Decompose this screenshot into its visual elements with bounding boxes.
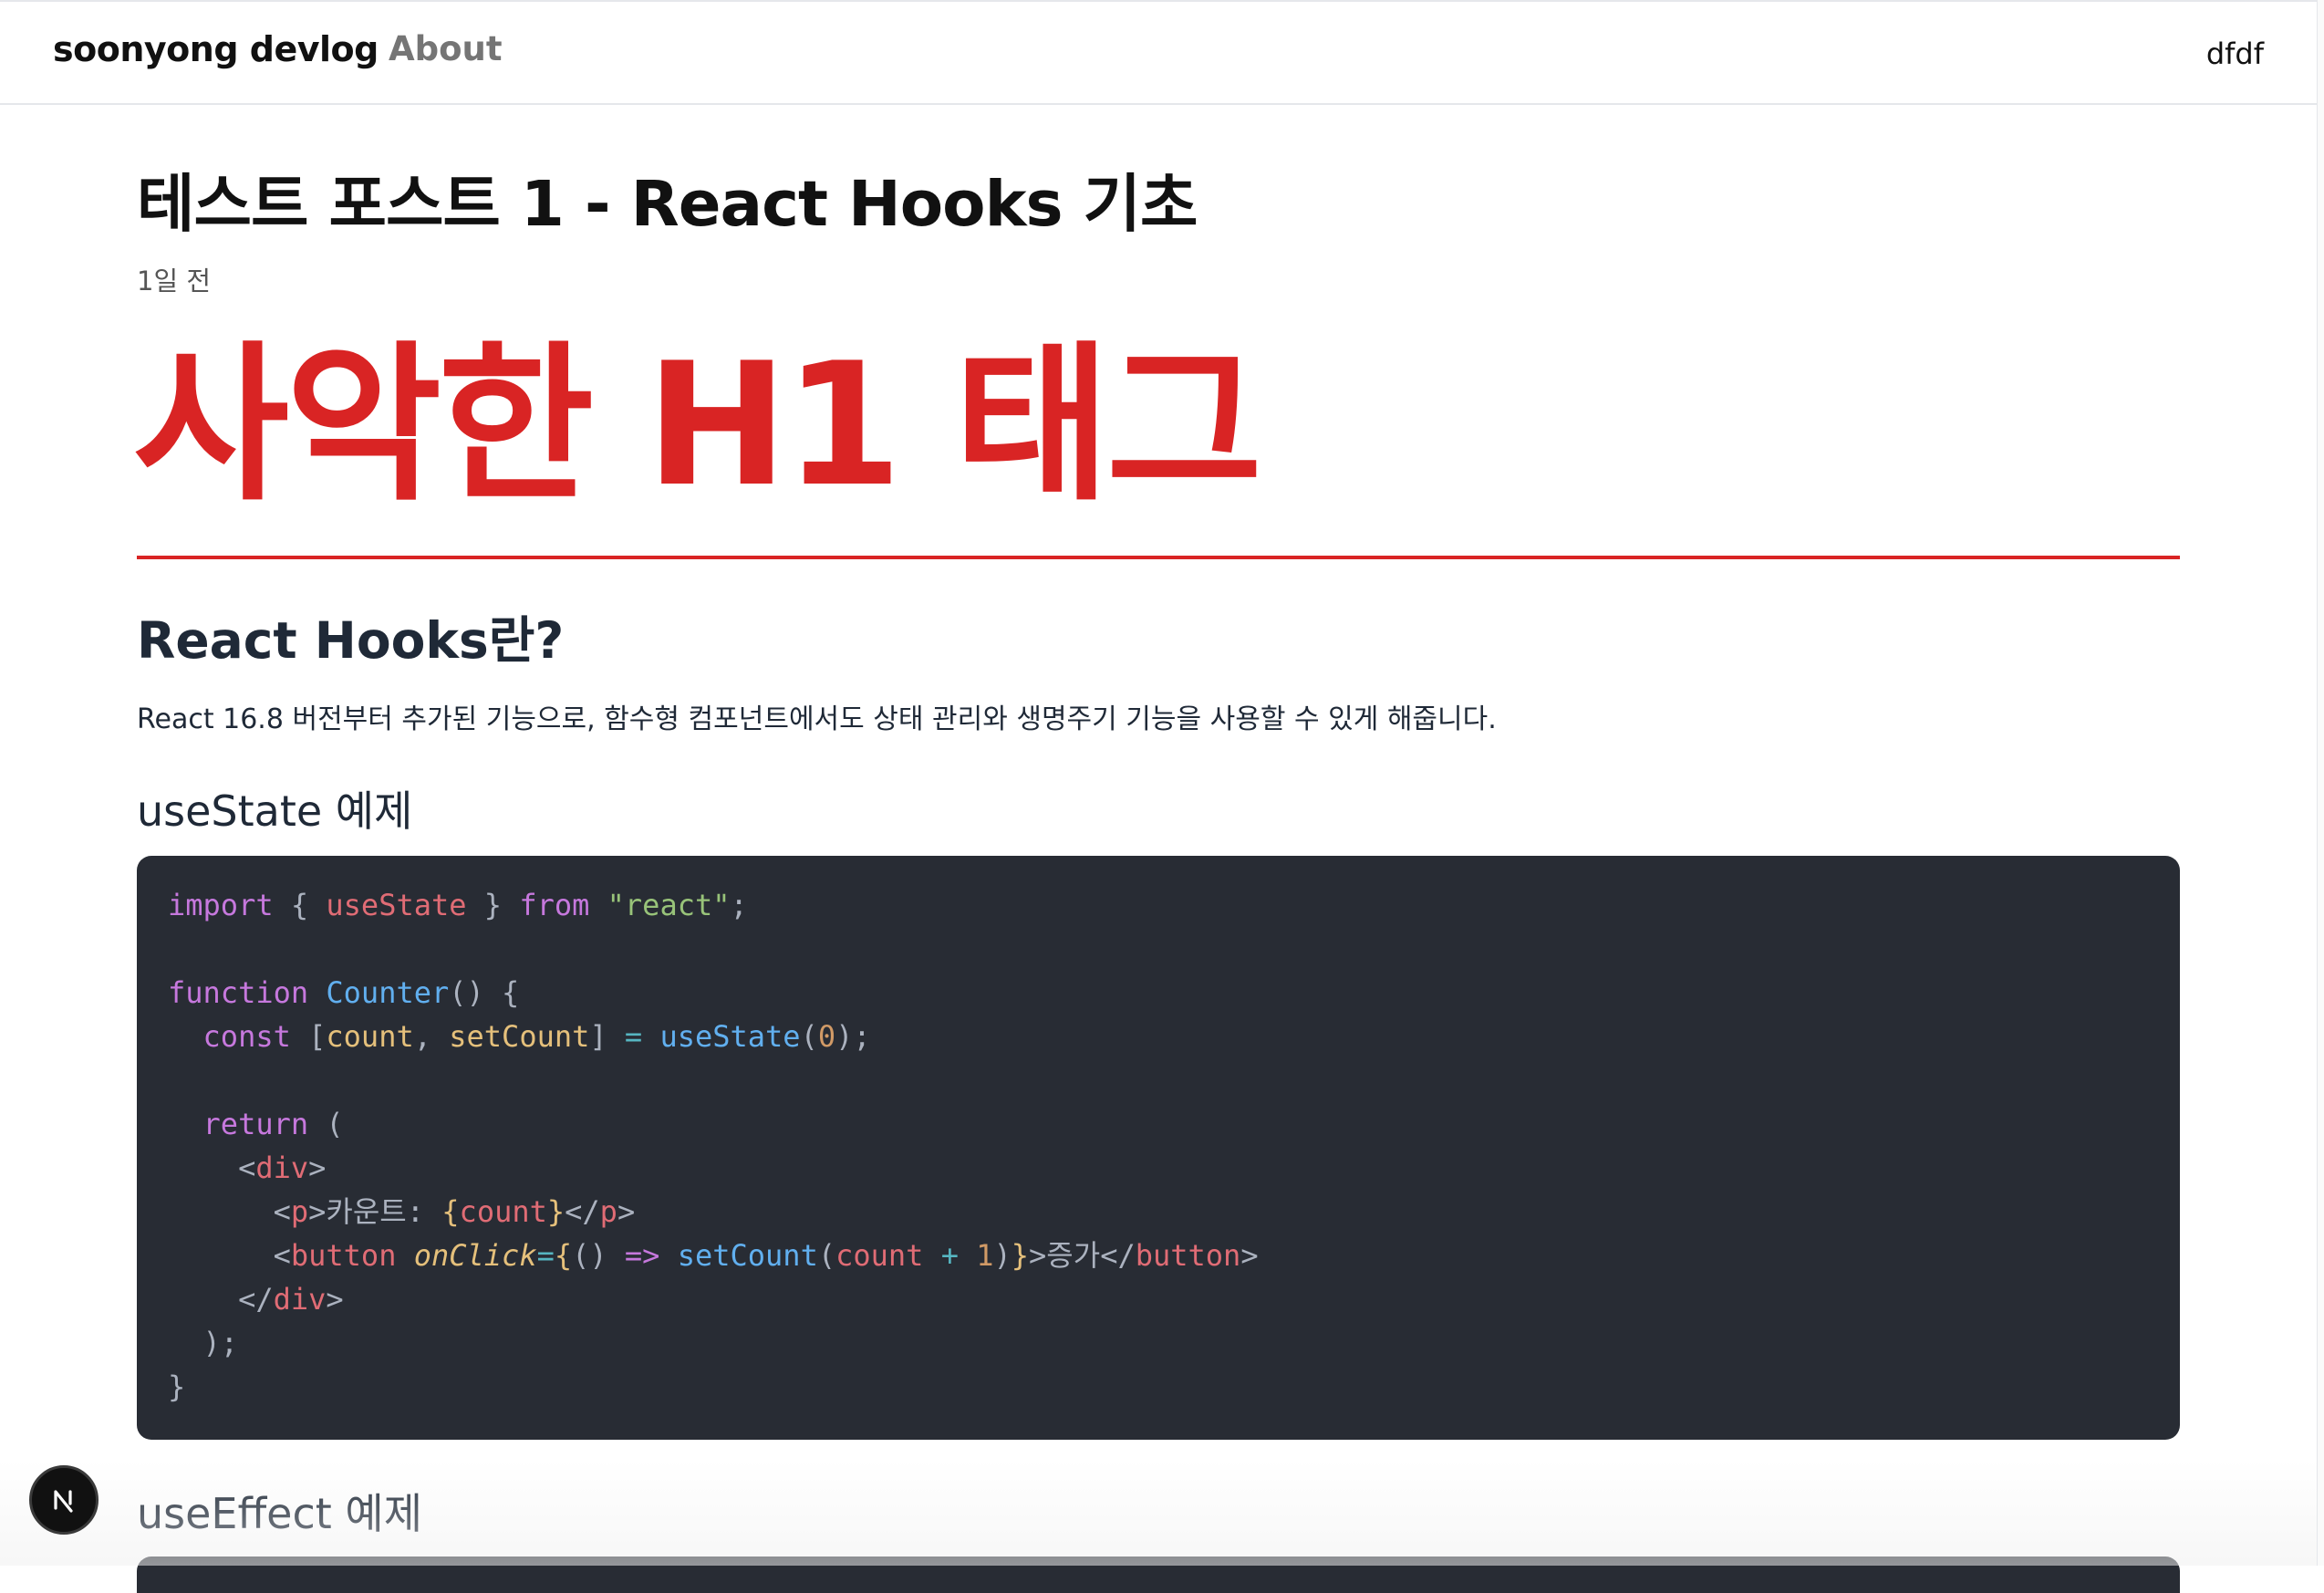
- code-line: function Counter() {: [168, 975, 520, 1010]
- content-h1: 사악한 H1 태그: [133, 331, 2180, 559]
- scrollbar-track[interactable]: [2317, 0, 2324, 1566]
- brand-link[interactable]: soonyong devlog: [53, 29, 379, 69]
- code-line: <div>: [238, 1150, 327, 1185]
- code-line: import { useState } from "react";: [168, 888, 748, 922]
- section-heading: React Hooks란?: [137, 611, 565, 670]
- subheading-usestate: useState 예제: [137, 786, 413, 836]
- code-content[interactable]: import { useState } from "react"; functi…: [168, 883, 2149, 1409]
- nav-about-link[interactable]: About: [389, 29, 503, 68]
- post-date: 1일 전: [137, 266, 212, 297]
- code-block-2[interactable]: [137, 1557, 2180, 1593]
- code-line: <p>카운트: {count}</p>: [273, 1194, 636, 1229]
- content-h1-text: 사악한 H1 태그: [133, 326, 1262, 524]
- post-title: 테스트 포스트 1 - React Hooks 기초: [137, 168, 1198, 241]
- header-right-text[interactable]: dfdf: [2206, 36, 2264, 71]
- code-block[interactable]: import { useState } from "react"; functi…: [137, 856, 2180, 1440]
- nextjs-n-glyph: [54, 1490, 73, 1513]
- nextjs-logo-icon[interactable]: [29, 1465, 99, 1535]
- intro-paragraph: React 16.8 버전부터 추가된 기능으로, 함수형 컴포넌트에서도 상태…: [137, 703, 1497, 735]
- code-line: const [count, setCount] = useState(0);: [202, 1019, 871, 1054]
- code-line: </div>: [238, 1282, 344, 1317]
- code-line: return (: [202, 1107, 344, 1141]
- site-header: soonyong devlog About dfdf: [0, 0, 2324, 105]
- subheading-useeffect: useEffect 예제: [137, 1489, 423, 1538]
- code-line: <button onClick={() => setCount(count + …: [273, 1238, 1259, 1273]
- code-line: );: [202, 1326, 239, 1360]
- code-line: }: [168, 1369, 186, 1404]
